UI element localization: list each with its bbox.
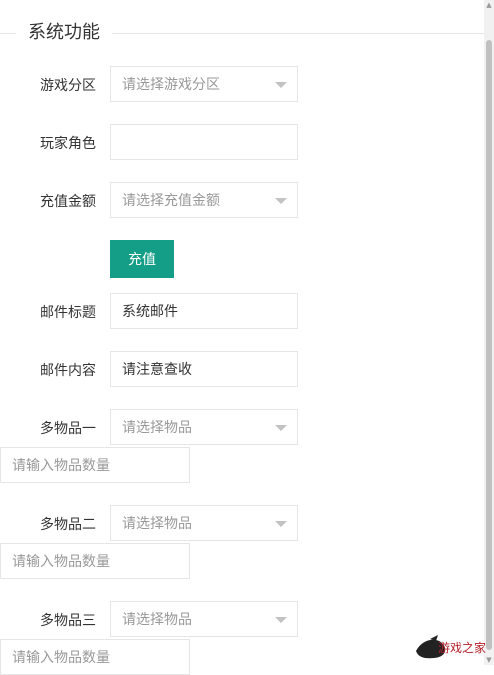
item-3-quantity-input[interactable]: 请输入物品数量 (0, 639, 190, 675)
amount-label: 充值金额 (40, 194, 96, 210)
mail-title-value: 系统邮件 (122, 304, 178, 320)
page-title: 系统功能 (16, 20, 112, 46)
mail-content-input[interactable]: 请注意查收 (110, 351, 298, 387)
scroll-up-arrow-icon[interactable]: ▲ (485, 0, 493, 10)
scroll-thumb[interactable] (486, 40, 492, 650)
mail-title-label: 邮件标题 (40, 305, 96, 321)
mail-content-label: 邮件内容 (40, 363, 96, 379)
item-1-select[interactable]: 请选择物品 (110, 409, 298, 445)
item-2-label: 多物品二 (40, 517, 96, 533)
zone-label: 游戏分区 (40, 78, 96, 94)
role-label: 玩家角色 (40, 136, 96, 152)
item-1-label: 多物品一 (40, 421, 96, 437)
item-2-quantity-placeholder: 请输入物品数量 (12, 554, 110, 570)
chevron-down-icon (275, 82, 287, 88)
mail-content-value: 请注意查收 (122, 362, 192, 378)
amount-select-placeholder: 请选择充值金额 (122, 193, 220, 209)
chevron-down-icon (275, 521, 287, 527)
item-3-label: 多物品三 (40, 613, 96, 629)
watermark-logo: 游戏之家 (412, 633, 490, 661)
chevron-down-icon (275, 617, 287, 623)
chevron-down-icon (275, 425, 287, 431)
mail-title-input[interactable]: 系统邮件 (110, 293, 298, 329)
item-1-select-placeholder: 请选择物品 (122, 420, 192, 436)
item-3-select[interactable]: 请选择物品 (110, 601, 298, 637)
role-input[interactable] (110, 124, 298, 160)
item-3-select-placeholder: 请选择物品 (122, 612, 192, 628)
item-2-select[interactable]: 请选择物品 (110, 505, 298, 541)
item-1-quantity-input[interactable]: 请输入物品数量 (0, 447, 190, 483)
zone-select[interactable]: 请选择游戏分区 (110, 66, 298, 102)
item-3-quantity-placeholder: 请输入物品数量 (12, 650, 110, 666)
watermark-text: 游戏之家 (437, 641, 486, 655)
scrollbar[interactable]: ▲ ▼ (484, 0, 494, 665)
amount-select[interactable]: 请选择充值金额 (110, 182, 298, 218)
zone-select-placeholder: 请选择游戏分区 (122, 77, 220, 93)
item-1-quantity-placeholder: 请输入物品数量 (12, 458, 110, 474)
item-2-quantity-input[interactable]: 请输入物品数量 (0, 543, 190, 579)
chevron-down-icon (275, 198, 287, 204)
charge-button[interactable]: 充值 (110, 240, 174, 278)
item-2-select-placeholder: 请选择物品 (122, 516, 192, 532)
